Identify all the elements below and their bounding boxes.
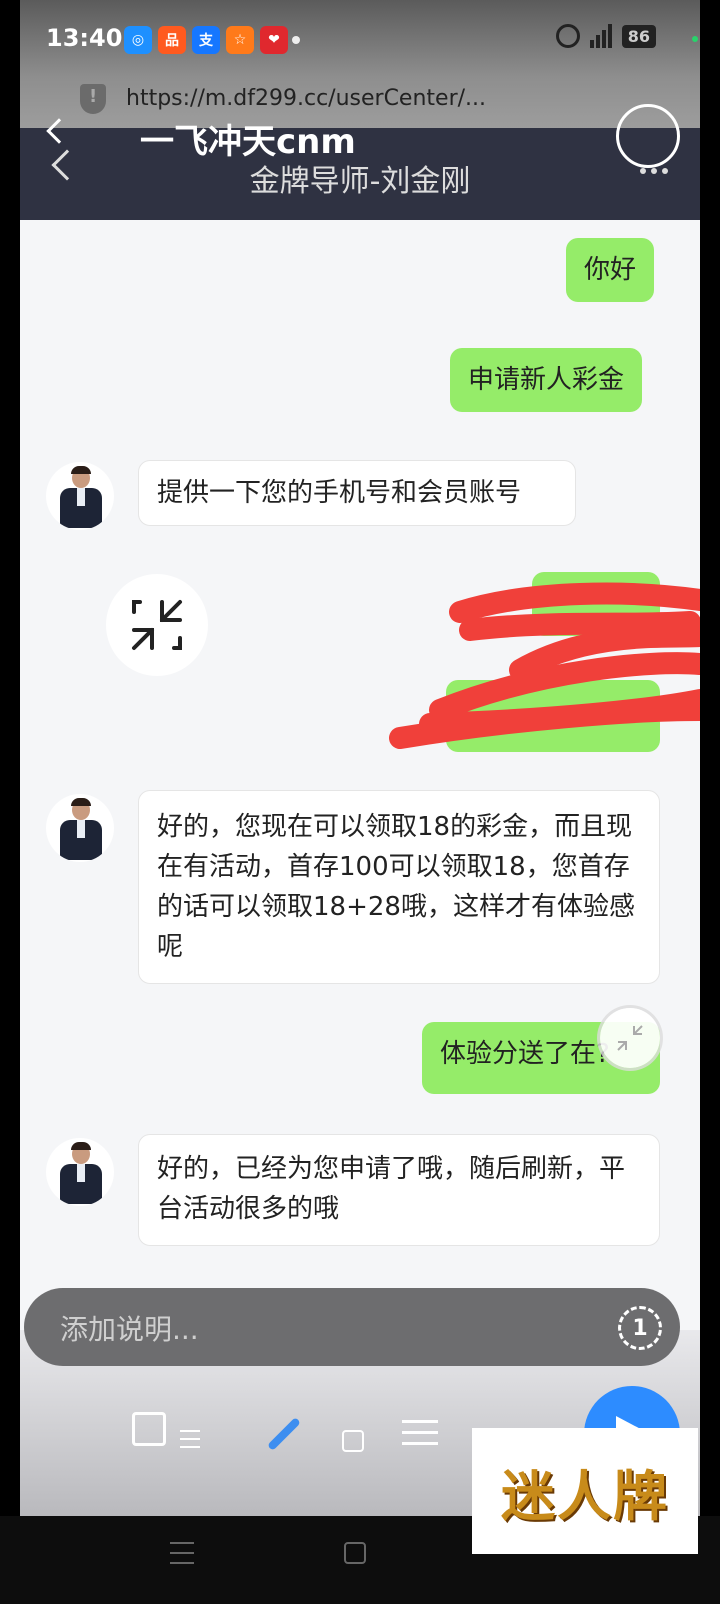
phone-screen: 13:40 ◎ 品 支 ☆ ❤ 86 https://m.df299.cc/us… bbox=[20, 0, 700, 1516]
adjust-sliders-icon[interactable] bbox=[402, 1420, 438, 1453]
app-icon: 品 bbox=[158, 26, 186, 54]
app-icon: ❤ bbox=[260, 26, 288, 54]
minimize-window-button[interactable] bbox=[106, 574, 208, 676]
overlay-caption: 一飞冲天cnm bbox=[140, 122, 356, 162]
message-bubble-received: 好的，您现在可以领取18的彩金，而且现在有活动，首存100可以领取18，您首存的… bbox=[138, 790, 660, 984]
signal-icon bbox=[589, 24, 612, 48]
url-text[interactable]: https://m.df299.cc/userCenter/... bbox=[126, 86, 486, 111]
image-count-badge[interactable]: 1 bbox=[618, 1306, 662, 1350]
app-icon: ☆ bbox=[226, 26, 254, 54]
notification-app-icons: ◎ 品 支 ☆ ❤ bbox=[124, 26, 288, 54]
avatar[interactable] bbox=[46, 794, 114, 862]
message-bubble-sent: 你好 bbox=[566, 238, 655, 302]
message-bubble-received: 好的，已经为您申请了哦，随后刷新，平台活动很多的哦 bbox=[138, 1134, 660, 1246]
message-bubble-sent: 申请新人彩金 bbox=[450, 348, 643, 412]
chat-title: 金牌导师-刘金刚 bbox=[249, 164, 471, 199]
watermark-text: 迷人牌 bbox=[501, 1463, 669, 1528]
floating-collapse-button[interactable] bbox=[600, 1008, 660, 1068]
privacy-indicator-dot bbox=[692, 36, 698, 42]
collapse-arrows-icon bbox=[132, 600, 182, 650]
status-time: 13:40 bbox=[46, 24, 123, 52]
alipay-icon: 支 bbox=[192, 26, 220, 54]
red-redaction-scribble bbox=[389, 582, 700, 749]
notification-dot bbox=[292, 36, 300, 44]
status-and-url-bar: 13:40 ◎ 品 支 ☆ ❤ 86 https://m.df299.cc/us… bbox=[20, 0, 700, 128]
message-bubble-received: 提供一下您的手机号和会员账号 bbox=[138, 460, 576, 526]
watermark-logo: 迷人牌 bbox=[472, 1428, 698, 1554]
battery-indicator: 86 bbox=[621, 24, 656, 48]
home-icon[interactable] bbox=[344, 1542, 366, 1564]
app-icon: ◎ bbox=[124, 26, 152, 54]
list-icon[interactable] bbox=[180, 1430, 200, 1454]
recent-apps-icon[interactable] bbox=[170, 1542, 194, 1572]
status-indicators: 86 bbox=[555, 24, 656, 48]
avatar[interactable] bbox=[46, 1138, 114, 1206]
editor-action-circle[interactable] bbox=[616, 104, 680, 168]
avatar[interactable] bbox=[46, 462, 114, 530]
frame-icon[interactable] bbox=[342, 1430, 364, 1452]
crop-rotate-icon[interactable] bbox=[132, 1412, 166, 1446]
caption-placeholder: 添加说明... bbox=[60, 1313, 199, 1346]
more-options-icon[interactable] bbox=[640, 168, 668, 174]
chat-header: 金牌导师-刘金刚 bbox=[20, 128, 700, 220]
collapse-arrows-icon bbox=[617, 1025, 643, 1051]
caption-input[interactable]: 添加说明... 1 bbox=[24, 1288, 680, 1366]
security-shield-icon[interactable] bbox=[80, 84, 106, 114]
alarm-icon bbox=[555, 24, 580, 48]
